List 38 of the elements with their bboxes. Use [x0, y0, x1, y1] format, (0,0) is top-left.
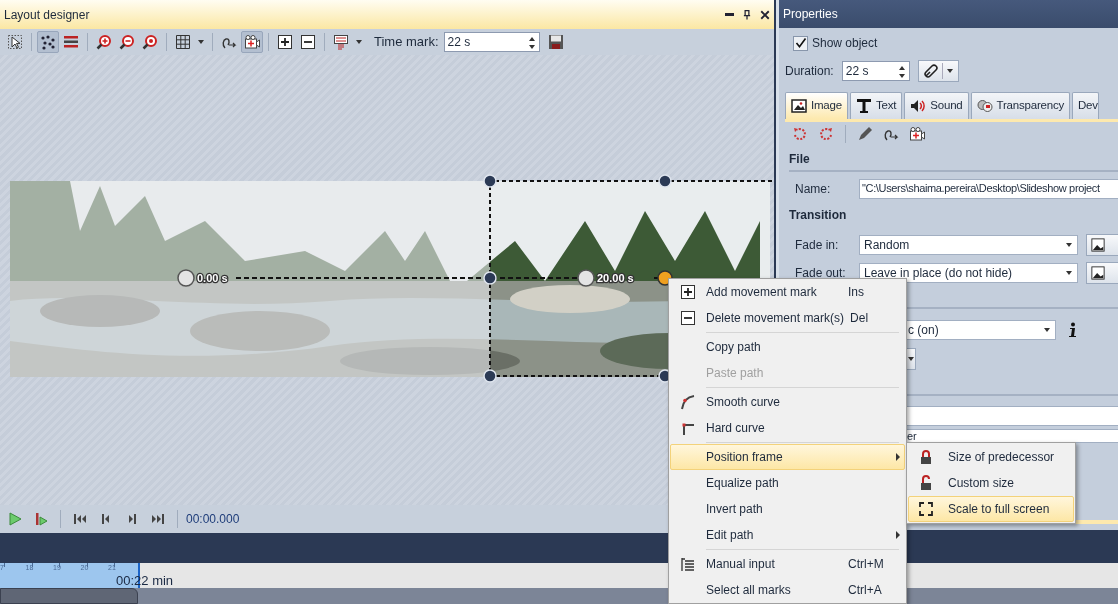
field-label: Time mark: — [374, 33, 439, 52]
section-heading: Transition — [789, 207, 848, 224]
menu-item[interactable]: Custom size — [908, 470, 1074, 496]
menu-item[interactable]: Select all marks Ctrl+A — [670, 577, 905, 603]
name-field[interactable]: "C:\Users\shaima.pereira\Desktop\Slideshow project — [859, 178, 1118, 199]
menu-item[interactable]: Equalize path — [670, 470, 905, 496]
tab[interactable]: Dev — [1072, 92, 1099, 119]
time-label: 20.00 s — [597, 272, 634, 284]
duration-field[interactable]: 22 s — [841, 61, 910, 81]
panel-title: Properties — [783, 6, 838, 23]
tab[interactable]: Sound — [904, 92, 969, 119]
field-label: Duration: — [785, 63, 834, 80]
dropdown[interactable]: c (on) — [906, 319, 1056, 340]
menu-item[interactable]: Manual input Ctrl+M — [670, 551, 905, 577]
field-label: Fade in: — [794, 236, 840, 254]
time-mark-field[interactable]: 22 s — [443, 32, 540, 52]
panel-title: Layout designer — [4, 6, 90, 24]
field-label: Name: — [794, 180, 832, 198]
text-field[interactable]: er — [906, 429, 1118, 443]
dropdown[interactable]: Leave in place (do not hide) — [859, 262, 1078, 283]
menu-item[interactable]: Scale to full screen — [908, 496, 1074, 522]
time-readout: 00:00.000 — [186, 511, 240, 528]
time-label: 0.00 s — [197, 272, 228, 284]
menu-item[interactable]: Edit path — [670, 522, 905, 548]
checkbox-label: Show object — [812, 35, 878, 52]
menu-item[interactable]: Size of predecessor — [908, 444, 1074, 470]
tab[interactable]: Text — [849, 92, 903, 119]
section-heading: File — [789, 146, 1118, 172]
menu-item[interactable]: Hard curve — [670, 415, 905, 441]
menu-item[interactable]: Smooth curve — [670, 389, 905, 415]
menu-item[interactable]: Delete movement mark(s) Del — [670, 305, 905, 331]
tab[interactable]: Image — [785, 92, 848, 119]
menu-item[interactable]: Invert path — [670, 496, 905, 522]
menu-item[interactable]: Copy path — [670, 334, 905, 360]
field-label: Fade out: — [794, 264, 847, 282]
tab[interactable]: Transparency — [970, 92, 1070, 119]
dropdown[interactable]: Random — [859, 234, 1078, 255]
menu-item[interactable]: Position frame — [670, 444, 905, 470]
